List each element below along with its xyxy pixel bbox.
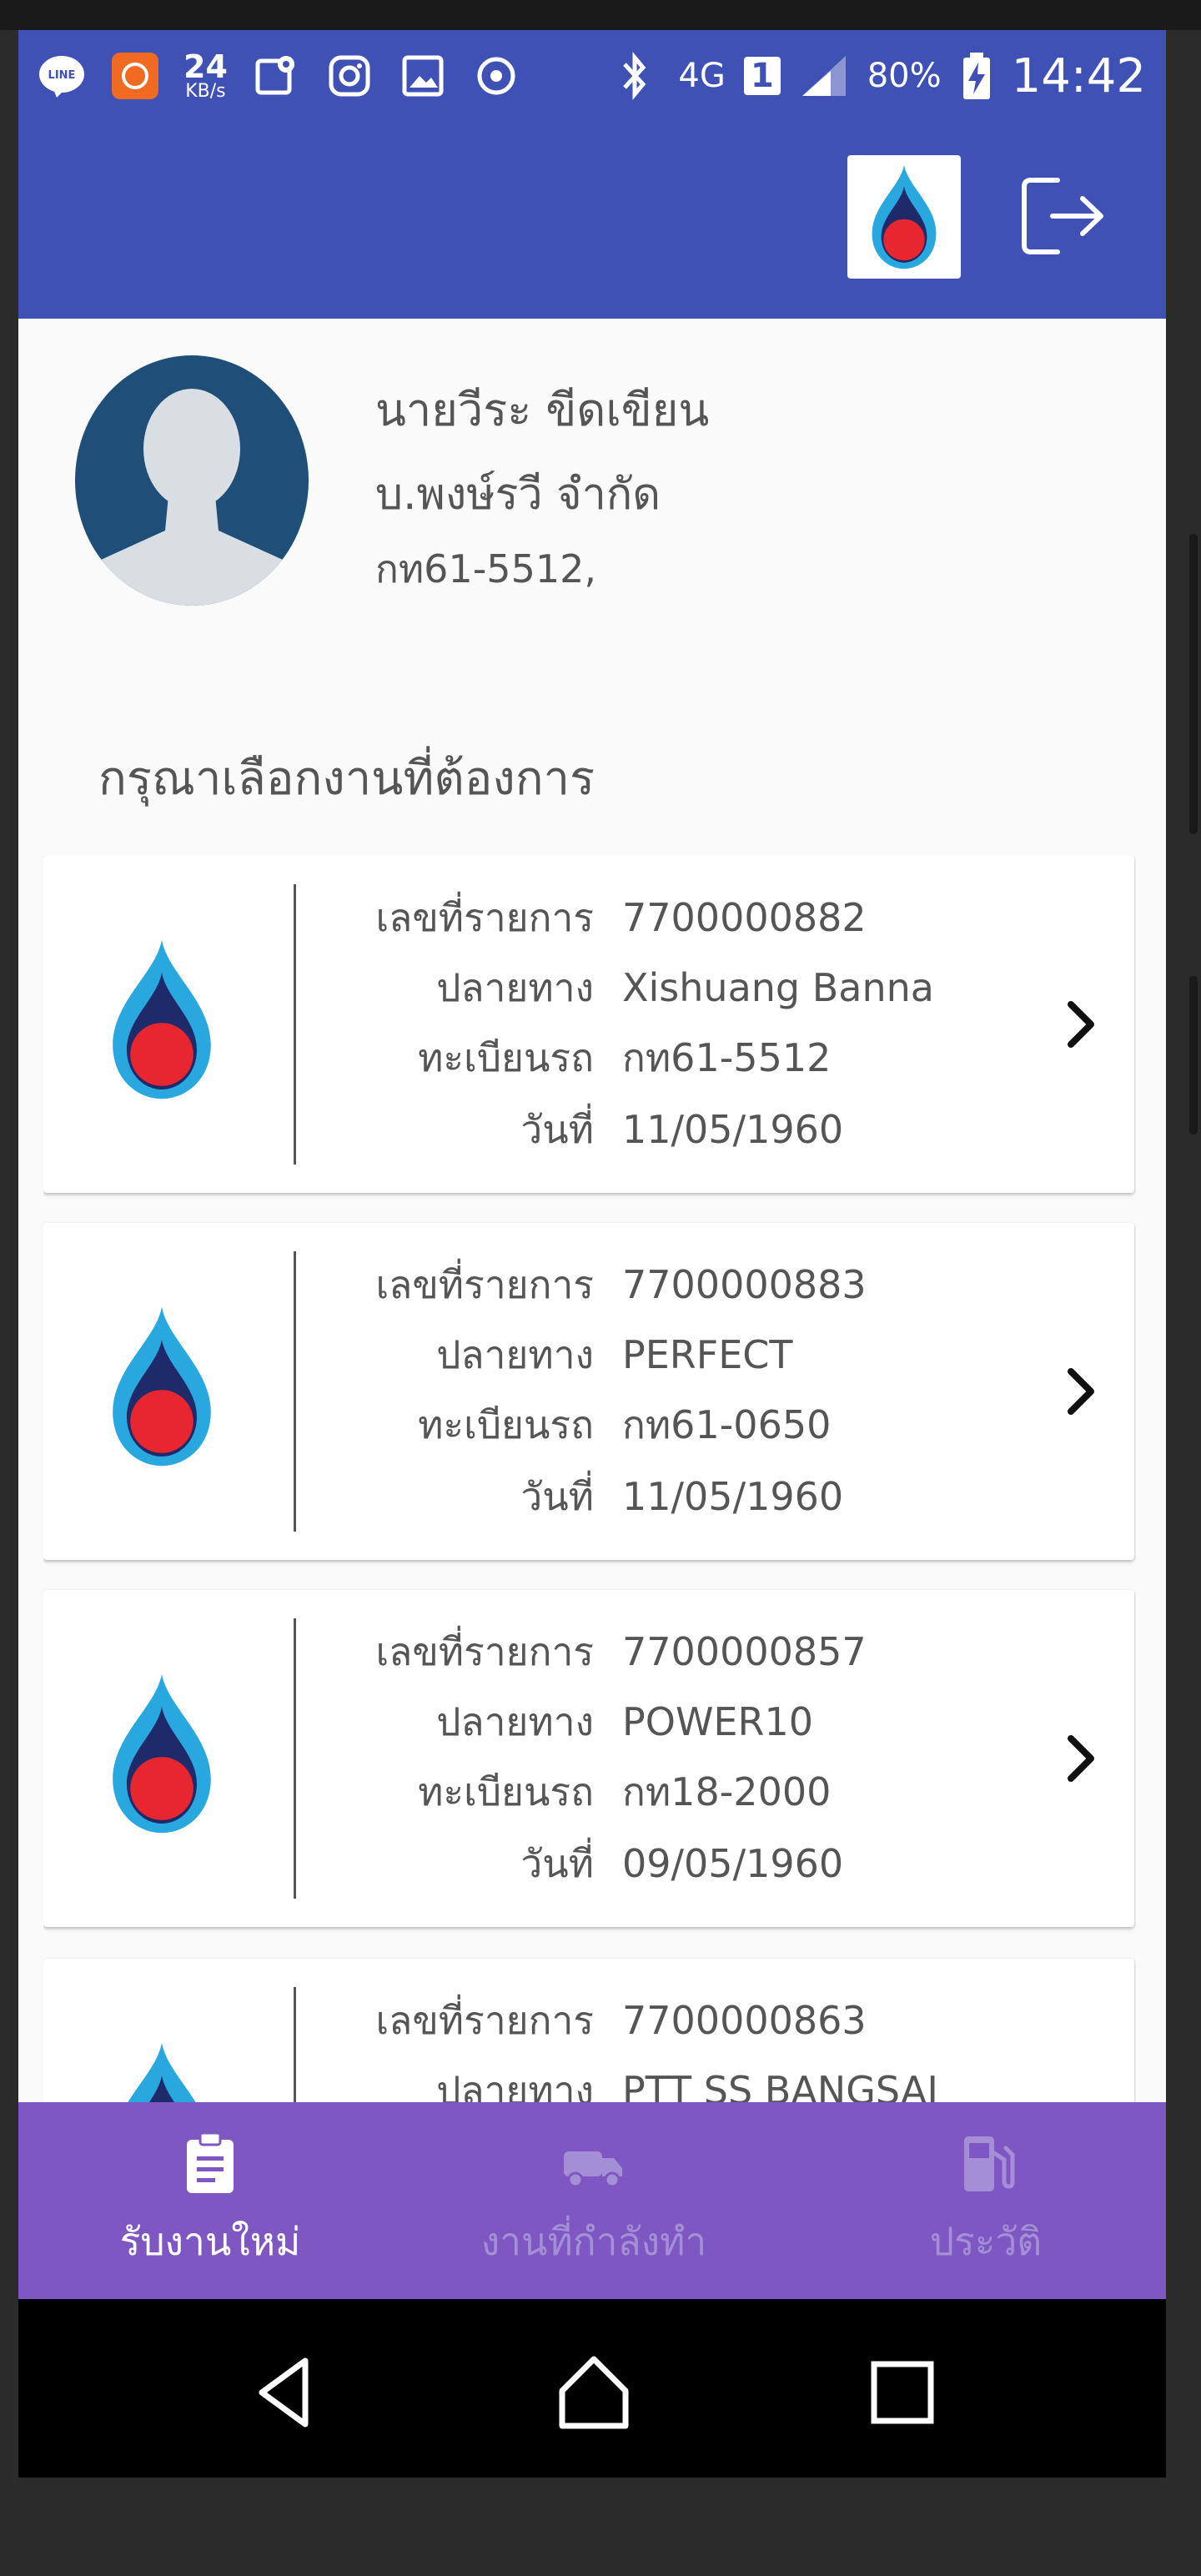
destination-value: Xishuang Banna (622, 965, 934, 1010)
power-button (1189, 976, 1198, 1135)
clock: 14:42 (1011, 48, 1146, 103)
home-icon[interactable] (552, 2351, 636, 2434)
plate-value: กท61-0650 (622, 1401, 832, 1447)
system-navigation-bar (18, 2299, 1166, 2478)
job-no-value: 7700000882 (622, 895, 867, 940)
logout-icon[interactable] (1019, 170, 1111, 262)
avatar (75, 355, 309, 606)
date-value: 11/05/1960 (622, 1474, 844, 1519)
back-icon[interactable] (244, 2351, 327, 2434)
select-job-prompt: กรุณาเลือกงานที่ต้องการ (98, 752, 595, 806)
gallery-icon (398, 51, 448, 101)
vehicle-plate: กท61-5512, (375, 546, 596, 591)
tab-new-jobs[interactable]: รับงานใหม่ (52, 2102, 369, 2299)
signal-icon (799, 51, 849, 101)
destination-label: ปลายทาง (436, 964, 594, 1010)
destination-value: POWER10 (622, 1699, 813, 1744)
battery-percent: 80% (867, 57, 942, 95)
job-no-value: 7700000883 (622, 1262, 867, 1307)
network-speed: 24 KB/s (183, 48, 228, 102)
card-divider (294, 884, 296, 1165)
network-type: 4G (678, 57, 726, 95)
ptt-flame-logo (103, 1670, 220, 1837)
chevron-right-icon[interactable] (1061, 996, 1101, 1053)
chevron-right-icon[interactable] (1061, 1363, 1101, 1420)
driver-name: นายวีระ ขีดเขียน (375, 384, 710, 436)
app-bar (18, 122, 1166, 319)
svg-text:LINE: LINE (48, 69, 76, 82)
sim-indicator: 1 (743, 57, 781, 95)
tab-label: งานที่กำลังทำ (480, 2218, 707, 2264)
destination-value: PERFECT (622, 1332, 793, 1377)
job-card[interactable]: เลขที่รายการ 7700000857 ปลายทาง POWER10 ทะ… (43, 1590, 1134, 1927)
date-value: 09/05/1960 (622, 1841, 844, 1886)
clipboard-icon (187, 2131, 234, 2193)
ptt-flame-logo (103, 936, 220, 1103)
instagram-icon (324, 51, 374, 101)
destination-label: ปลายทาง (436, 1698, 594, 1744)
fuel-pump-icon (964, 2136, 1015, 2191)
card-divider (294, 1251, 296, 1532)
bluetooth-icon (610, 51, 660, 101)
date-label: วันที่ (520, 1840, 594, 1886)
destination-label: ปลายทาง (436, 1331, 594, 1377)
volume-button (1189, 534, 1198, 834)
job-no-label: เลขที่รายการ (375, 1628, 594, 1674)
phone-top-edge (0, 0, 1201, 30)
job-no-value: 7700000863 (622, 1998, 867, 2043)
recents-icon[interactable] (861, 2351, 944, 2434)
card-divider (294, 1618, 296, 1899)
chevron-right-icon[interactable] (1061, 1730, 1101, 1787)
date-label: วันที่ (520, 1473, 594, 1519)
plate-value: กท61-5512 (622, 1034, 832, 1080)
company-name: บ.พงษ์รวี จำกัด (375, 470, 661, 520)
plate-label: ทะเบียนรถ (418, 1034, 594, 1080)
plate-label: ทะเบียนรถ (418, 1768, 594, 1814)
line-icon: LINE (37, 51, 87, 101)
job-card[interactable]: เลขที่รายการ 7700000882 ปลายทาง Xishuang B… (43, 856, 1134, 1193)
plate-value: กท18-2000 (622, 1768, 832, 1814)
job-list[interactable]: เลขที่รายการ 7700000882 ปลายทาง Xishuang B… (43, 856, 1136, 2157)
ptt-flame-logo (847, 155, 961, 279)
tab-in-progress[interactable]: งานที่กำลังทำ (435, 2102, 752, 2299)
job-no-value: 7700000857 (622, 1629, 867, 1674)
job-no-label: เลขที่รายการ (375, 894, 594, 940)
truck-icon (564, 2151, 622, 2187)
tab-history[interactable]: ประวัติ (827, 2102, 1144, 2299)
bottom-navigation: รับงานใหม่ งานที่กำลังทำ ประวัติ (18, 2102, 1166, 2299)
job-no-label: เลขที่รายการ (375, 1261, 594, 1307)
mi-icon (110, 51, 160, 101)
sync-icon (471, 51, 521, 101)
screen: LINE 24 KB/s 4G 1 80% 14:42 นายวีระ ขีดเ… (18, 30, 1166, 2478)
battery-charging-icon (960, 51, 993, 101)
status-bar: LINE 24 KB/s 4G 1 80% 14:42 (18, 30, 1166, 122)
job-card[interactable]: เลขที่รายการ 7700000883 ปลายทาง PERFECT ทะ… (43, 1223, 1134, 1560)
maps-icon (251, 51, 301, 101)
tab-label: ประวัติ (929, 2218, 1043, 2264)
plate-label: ทะเบียนรถ (418, 1401, 594, 1447)
date-label: วันที่ (520, 1106, 594, 1152)
job-no-label: เลขที่รายการ (375, 1997, 594, 2043)
ptt-flame-logo (103, 1303, 220, 1470)
date-value: 11/05/1960 (622, 1107, 844, 1152)
tab-label: รับงานใหม่ (119, 2218, 301, 2264)
phone-frame: LINE 24 KB/s 4G 1 80% 14:42 นายวีระ ขีดเ… (0, 0, 1201, 2576)
